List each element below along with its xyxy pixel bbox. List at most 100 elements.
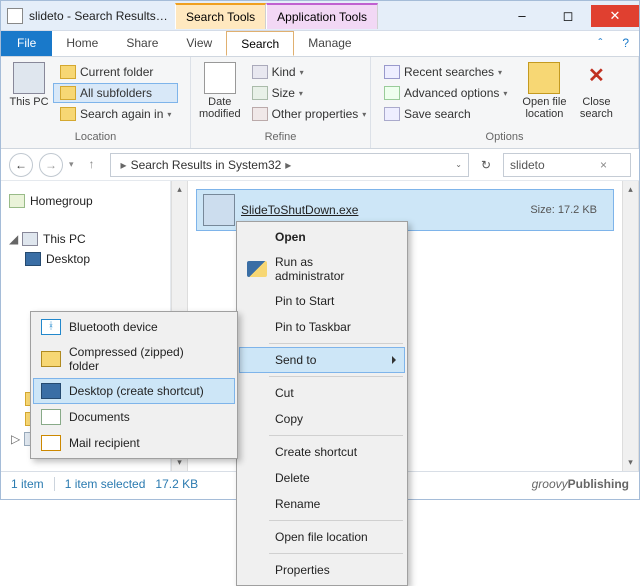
tab-manage[interactable]: Manage [294, 31, 365, 56]
desktop-icon [25, 252, 41, 266]
dropdown-icon: ▾ [299, 89, 303, 98]
chevron-right-icon: ▸ [121, 158, 127, 172]
blank-icon [247, 319, 267, 335]
group-label: Refine [197, 129, 364, 145]
tab-home[interactable]: Home [52, 31, 112, 56]
divider [54, 477, 55, 491]
ctx-cut[interactable]: Cut [239, 380, 405, 406]
refresh-button[interactable]: ↻ [475, 158, 497, 172]
size-icon [252, 86, 268, 100]
this-pc-button[interactable]: This PC [7, 60, 51, 110]
ribbon-group-location: This PC Current folder All subfolders Se… [1, 57, 191, 148]
chevron-right-icon: ▸ [285, 158, 291, 172]
advanced-options-button[interactable]: Advanced options ▾ [377, 83, 514, 103]
tree-item-this-pc[interactable]: ◢This PC [5, 229, 166, 249]
tree-item-desktop[interactable]: Desktop [5, 249, 166, 269]
sendto-bluetooth[interactable]: ᚼBluetooth device [33, 314, 235, 340]
breadcrumb-text: Search Results in System32 [131, 158, 282, 172]
ctx-pin-taskbar[interactable]: Pin to Taskbar [239, 314, 405, 340]
tree-item-homegroup[interactable]: Homegroup [5, 191, 166, 211]
blank-icon [247, 293, 267, 309]
size-button[interactable]: Size ▾ [245, 83, 374, 103]
expand-icon[interactable]: ◢ [9, 232, 17, 246]
search-input[interactable] [510, 158, 600, 172]
breadcrumb[interactable]: ▸ Search Results in System32 ▸ ⌄ [110, 153, 469, 177]
blank-icon [247, 352, 267, 368]
kind-button[interactable]: Kind ▾ [245, 62, 374, 82]
ctx-send-to[interactable]: Send to [239, 347, 405, 373]
ctx-open[interactable]: Open [239, 224, 405, 250]
ctx-pin-start[interactable]: Pin to Start [239, 288, 405, 314]
breadcrumb-dropdown[interactable]: ⌄ [455, 160, 462, 169]
homegroup-icon [9, 194, 25, 208]
ctx-delete[interactable]: Delete [239, 465, 405, 491]
calendar-icon [204, 62, 236, 94]
back-button[interactable]: ← [9, 153, 33, 177]
maximize-button[interactable]: ◻ [545, 5, 591, 27]
blank-icon [247, 562, 267, 578]
blank-icon [247, 385, 267, 401]
all-subfolders-button[interactable]: All subfolders [53, 83, 178, 103]
current-folder-button[interactable]: Current folder [53, 62, 178, 82]
pc-icon [13, 62, 45, 94]
ctx-create-shortcut[interactable]: Create shortcut [239, 439, 405, 465]
help-button[interactable]: ? [612, 31, 639, 56]
tab-view[interactable]: View [172, 31, 226, 56]
date-modified-button[interactable]: Date modified [197, 60, 243, 122]
scroll-down-button[interactable]: ▾ [623, 454, 638, 471]
title-bar: slideto - Search Results in... Search To… [1, 1, 639, 31]
open-file-location-button[interactable]: Open file location [516, 60, 572, 122]
sendto-zip[interactable]: Compressed (zipped) folder [33, 340, 235, 378]
bluetooth-icon: ᚼ [41, 319, 61, 335]
divider [269, 435, 403, 436]
save-search-button[interactable]: Save search [377, 104, 514, 124]
blank-icon [247, 411, 267, 427]
ctx-rename[interactable]: Rename [239, 491, 405, 517]
tab-app-tools-header[interactable]: Application Tools [266, 3, 378, 29]
file-size: Size: 17.2 KB [530, 204, 607, 216]
history-dropdown[interactable]: ▾ [69, 159, 74, 170]
forward-button[interactable]: → [39, 153, 63, 177]
clear-search-button[interactable]: × [600, 158, 607, 172]
content-scrollbar[interactable]: ▴ ▾ [622, 181, 639, 471]
scroll-up-button[interactable]: ▴ [172, 181, 187, 198]
documents-icon [41, 409, 61, 425]
ctx-open-file-location[interactable]: Open file location [239, 524, 405, 550]
window-title: slideto - Search Results in... [29, 9, 171, 23]
ribbon-collapse-button[interactable]: ˆ [588, 31, 612, 56]
file-name: SlideToShutDown.exe [241, 203, 358, 217]
up-button[interactable]: ↑ [80, 153, 104, 177]
status-size: 17.2 KB [155, 477, 198, 491]
sendto-documents[interactable]: Documents [33, 404, 235, 430]
tab-file[interactable]: File [1, 31, 52, 56]
ctx-properties[interactable]: Properties [239, 557, 405, 583]
tab-search-tools-header[interactable]: Search Tools [175, 3, 266, 29]
divider [269, 520, 403, 521]
sendto-desktop-shortcut[interactable]: Desktop (create shortcut) [33, 378, 235, 404]
tab-share[interactable]: Share [112, 31, 172, 56]
sendto-mail[interactable]: Mail recipient [33, 430, 235, 456]
search-again-button[interactable]: Search again in ▾ [53, 104, 178, 124]
window-controls: – ◻ ✕ [499, 5, 639, 27]
dropdown-icon: ▾ [498, 68, 502, 77]
recent-searches-button[interactable]: Recent searches ▾ [377, 62, 514, 82]
app-icon [7, 8, 23, 24]
recent-icon [384, 65, 400, 79]
group-label: Options [377, 129, 632, 145]
other-properties-button[interactable]: Other properties ▾ [245, 104, 374, 124]
open-location-icon [528, 62, 560, 94]
scroll-up-button[interactable]: ▴ [623, 181, 638, 198]
blank-icon [247, 229, 267, 245]
minimize-button[interactable]: – [499, 5, 545, 27]
ctx-run-as-admin[interactable]: Run as administrator [239, 250, 405, 288]
close-button[interactable]: ✕ [591, 5, 639, 27]
dropdown-icon: ▾ [300, 68, 304, 77]
group-label: Location [7, 129, 184, 145]
ctx-copy[interactable]: Copy [239, 406, 405, 432]
expand-icon[interactable]: ▷ [11, 432, 19, 446]
divider [269, 553, 403, 554]
search-box[interactable]: × [503, 153, 631, 177]
divider [269, 343, 403, 344]
close-search-button[interactable]: ✕ Close search [574, 60, 618, 122]
tab-search[interactable]: Search [226, 31, 294, 56]
